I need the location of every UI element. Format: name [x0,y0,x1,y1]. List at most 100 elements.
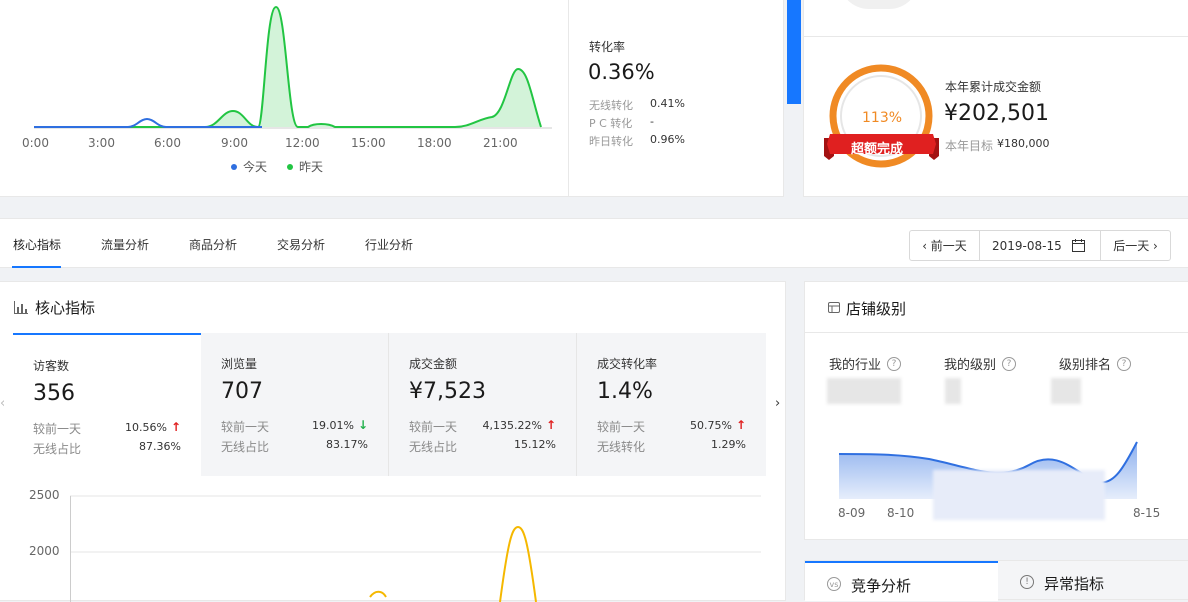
legend-today[interactable]: 今天 [231,158,267,175]
kpi-conversion-rate[interactable]: 成交转化率 1.4% 较前一天 50.75% ↑ 无线转化 1.29% [577,333,766,476]
bottom-tab-container: vs 竞争分析 ! 异常指标 [804,560,1188,601]
my-industry-label: 我的行业 ? [829,354,902,373]
legend-dot-today [231,163,237,170]
kpi-sales-amount[interactable]: 成交金额 ¥7,523 较前一天 4,135.22% ↑ 无线占比 15.12% [389,333,577,476]
conversion-row-label: 昨日转化 [589,135,633,148]
card-divider [804,36,1188,37]
kpi-compare-label: 较前一天 [221,420,270,434]
tab-industry-analysis[interactable]: 行业分析 [365,236,413,253]
kpi-title: 访客数 [33,359,70,373]
tab-abnormal-metrics[interactable]: ! 异常指标 [998,561,1188,601]
kpi-value: ¥7,523 [409,379,486,404]
arrow-up-icon: ↑ [735,418,746,432]
active-tab-underline [12,266,61,268]
annual-target-label: 本年目标 [945,139,994,153]
x-tick: 3:00 [88,136,115,150]
kpi-sub-value: 87.36% [139,440,181,453]
annual-target-value: ¥180,000 [997,137,1050,150]
x-tick: 6:00 [154,136,181,150]
card-divider [805,332,1188,333]
x-tick: 15:00 [351,136,386,150]
redacted-rank-value [1051,378,1081,404]
conversion-row-label: 无线转化 [589,99,633,112]
series-line [499,525,537,602]
tab-label: 竞争分析 [851,577,912,595]
kpi-pageviews[interactable]: 浏览量 707 较前一天 19.01% ↓ 无线占比 83.17% [201,333,389,476]
core-metrics-card: 核心指标 ‹ 访客数 356 较前一天 10.56% ↑ 无线占比 87.36% … [0,281,786,602]
help-icon[interactable]: ? [887,356,902,371]
date-picker[interactable]: 2019-08-15 [979,230,1101,261]
kpi-compare-label: 较前一天 [597,420,646,434]
kpi-prev-arrow[interactable]: ‹ [0,396,5,411]
ribbon-label: 超额完成 [851,142,904,157]
bar-chart-icon [14,301,28,314]
kpi-title: 浏览量 [221,357,258,371]
tab-product-analysis[interactable]: 商品分析 [189,236,237,253]
kpi-next-arrow[interactable]: › [775,396,780,411]
top-circle-fragment [839,0,919,9]
annual-percent: 113% [862,110,903,126]
kpi-value: 707 [221,379,263,404]
alert-icon: ! [1020,575,1034,589]
legend-dot-yesterday [287,163,293,170]
help-icon[interactable]: ? [1117,356,1132,371]
conversion-value: 0.36% [588,60,655,84]
label-text: 级别排名 [1059,358,1112,373]
annual-sales-card: 113% 超额完成 本年累计成交金额 ¥202,501 本年目标 ¥180,00… [803,0,1188,197]
kpi-sub-value: 1.29% [711,438,746,451]
next-day-button[interactable]: 后一天 › [1100,230,1171,261]
legend-label: 昨天 [299,160,324,174]
arrow-down-icon: ↓ [357,418,368,432]
help-icon[interactable]: ? [1002,356,1017,371]
x-tick: 0:00 [22,136,49,150]
annual-value: ¥202,501 [944,101,1049,126]
kpi-sub-label: 无线占比 [221,440,270,454]
kpi-compare-value: 10.56% [124,420,167,434]
series-line [369,590,387,598]
kpi-compare: 50.75% ↑ [690,418,746,432]
core-trend-chart [70,495,761,602]
arrow-up-icon: ↑ [545,418,556,432]
x-tick: 18:00 [417,136,452,150]
hourly-trend-chart [34,5,552,129]
level-rank-label: 级别排名 ? [1059,354,1132,373]
kpi-compare: 19.01% ↓ [312,418,368,432]
kpi-compare-value: 50.75% [689,418,732,432]
y-tick: 2500 [29,488,60,502]
kpi-sub-value: 83.17% [326,438,368,451]
redacted-level-value [945,378,961,404]
scroll-indicator[interactable] [787,0,801,104]
prev-day-button[interactable]: ‹ 前一天 [909,230,980,261]
x-tick: 8-15 [1133,506,1161,520]
kpi-sub-label: 无线占比 [33,442,82,456]
shop-icon [828,302,840,313]
tab-traffic-analysis[interactable]: 流量分析 [101,236,149,253]
tab-transaction-analysis[interactable]: 交易分析 [277,236,325,253]
kpi-compare-label: 较前一天 [409,420,458,434]
calendar-icon [1071,239,1085,252]
compete-icon: vs [827,577,841,591]
prev-day-label: ‹ 前一天 [922,239,967,253]
core-metrics-title: 核心指标 [35,299,96,317]
conversion-row-label: P C 转化 [589,117,633,130]
conversion-row-value: 0.96% [650,133,685,146]
x-tick: 12:00 [285,136,320,150]
conversion-row-value: - [650,115,654,128]
kpi-visitors[interactable]: 访客数 356 较前一天 10.56% ↑ 无线占比 87.36% [13,333,201,476]
kpi-title: 成交转化率 [597,357,658,371]
kpi-compare: 4,135.22% ↑ [483,418,557,432]
label-text: 我的行业 [829,358,882,373]
tab-core-metrics[interactable]: 核心指标 [13,236,61,253]
my-level-label: 我的级别 ? [944,354,1017,373]
legend-yesterday[interactable]: 昨天 [287,158,323,175]
x-tick: 9:00 [221,136,248,150]
kpi-compare: 10.56% ↑ [125,420,181,434]
x-tick: 21:00 [483,136,518,150]
kpi-value: 1.4% [597,379,653,404]
x-tick: 8-09 [838,506,866,520]
next-day-label: 后一天 › [1113,239,1158,253]
date-value: 2019-08-15 [992,238,1062,253]
hourly-trend-card: 0:00 3:00 6:00 9:00 12:00 15:00 18:00 21… [0,0,784,197]
redacted-chart-tooltip [933,470,1105,520]
tab-competition-analysis[interactable]: vs 竞争分析 [805,561,998,601]
